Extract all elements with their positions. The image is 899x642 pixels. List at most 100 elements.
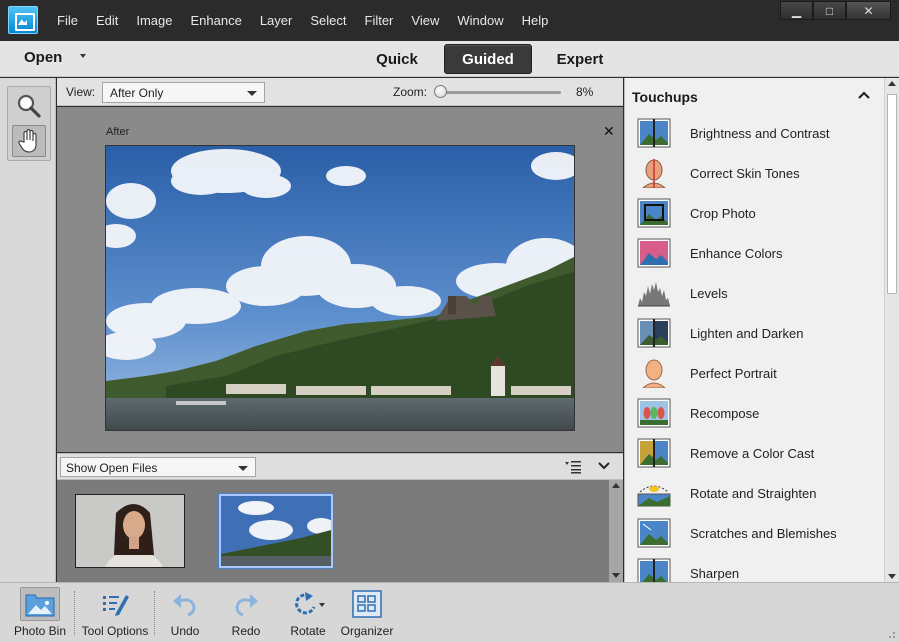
app-logo-icon	[8, 6, 38, 34]
scrollbar-thumb[interactable]	[887, 94, 897, 294]
zoom-slider-thumb[interactable]	[434, 85, 447, 98]
recompose-icon	[637, 398, 671, 428]
tab-quick[interactable]: Quick	[366, 44, 428, 74]
enhance-colors-icon	[637, 238, 671, 268]
organizer-label: Organizer	[340, 624, 394, 638]
menu-help[interactable]: Help	[513, 13, 558, 28]
bin-options-icon[interactable]	[564, 460, 582, 474]
view-select-value: After Only	[110, 86, 164, 100]
chevron-down-icon	[238, 466, 248, 471]
touchup-label: Brightness and Contrast	[690, 126, 830, 141]
sharpen-icon	[637, 558, 671, 582]
magnifier-icon	[17, 94, 41, 118]
organizer-button[interactable]: Organizer	[338, 587, 396, 641]
bottom-taskbar: Photo Bin Tool Options Undo Redo Rotate …	[0, 582, 899, 642]
brightness-contrast-icon	[637, 118, 671, 148]
close-view-button[interactable]: ✕	[603, 123, 615, 140]
chevron-down-icon[interactable]	[597, 460, 611, 472]
divider	[154, 591, 155, 635]
crop-photo-icon	[637, 198, 671, 228]
scroll-up-icon[interactable]	[612, 483, 620, 488]
bin-source-select[interactable]: Show Open Files	[60, 457, 256, 477]
menu-filter[interactable]: Filter	[356, 13, 403, 28]
panel-scrollbar[interactable]	[884, 78, 899, 582]
touchup-item-enhance-colors[interactable]: Enhance Colors	[625, 234, 883, 274]
touchup-item-levels[interactable]: Levels	[625, 274, 883, 314]
hand-tool-button[interactable]	[12, 125, 46, 157]
touchup-item-skin-tones[interactable]: Correct Skin Tones	[625, 154, 883, 194]
view-select[interactable]: After Only	[102, 82, 265, 103]
photo-bin-toolbar: Show Open Files	[57, 453, 623, 480]
scroll-up-icon[interactable]	[888, 81, 896, 86]
photo-thumbnail-selected[interactable]	[219, 494, 333, 568]
maximize-button[interactable]: □	[813, 1, 846, 20]
resize-grip-icon[interactable]	[886, 629, 896, 639]
photo-canvas[interactable]	[105, 145, 575, 431]
tab-guided[interactable]: Guided	[444, 44, 532, 74]
menu-window[interactable]: Window	[448, 13, 512, 28]
touchup-label: Rotate and Straighten	[690, 486, 817, 501]
guided-panel: Touchups Brightness and Contrast Correct…	[624, 78, 899, 582]
close-window-button[interactable]: ✕	[846, 1, 891, 20]
touchup-item-color-cast[interactable]: Remove a Color Cast	[625, 434, 883, 474]
skin-tones-icon	[642, 159, 666, 188]
zoom-tool-button[interactable]	[12, 90, 46, 122]
touchup-label: Enhance Colors	[690, 246, 783, 261]
panel-title: Touchups	[632, 89, 698, 105]
hand-icon	[18, 128, 37, 153]
menu-image[interactable]: Image	[127, 13, 181, 28]
after-label: After	[106, 126, 130, 138]
touchup-item-scratches[interactable]: Scratches and Blemishes	[625, 514, 883, 554]
zoom-slider-track[interactable]	[435, 91, 561, 94]
touchup-label: Recompose	[690, 406, 760, 421]
menu-file[interactable]: File	[48, 13, 87, 28]
open-button[interactable]: Open	[24, 49, 62, 66]
bin-source-value: Show Open Files	[66, 461, 158, 475]
undo-label: Undo	[170, 624, 200, 638]
bin-scrollbar[interactable]	[609, 480, 623, 582]
rotate-straighten-icon	[637, 485, 671, 507]
organizer-icon	[352, 590, 382, 618]
menu-view[interactable]: View	[402, 13, 448, 28]
open-dropdown-caret-icon[interactable]	[80, 54, 86, 58]
mode-bar: Open Quick Guided Expert	[0, 41, 899, 77]
touchup-item-crop-photo[interactable]: Crop Photo	[625, 194, 883, 234]
touchup-item-perfect-portrait[interactable]: Perfect Portrait	[625, 354, 883, 394]
touchup-item-rotate-straighten[interactable]: Rotate and Straighten	[625, 474, 883, 514]
touchup-label: Crop Photo	[690, 206, 756, 221]
redo-button[interactable]: Redo	[225, 587, 267, 641]
minimize-button[interactable]: ▁	[780, 1, 813, 20]
color-cast-icon	[637, 438, 671, 468]
menu-enhance[interactable]: Enhance	[182, 13, 251, 28]
zoom-value: 8%	[576, 85, 594, 99]
undo-button[interactable]: Undo	[164, 587, 206, 641]
touchup-label: Correct Skin Tones	[690, 166, 800, 181]
view-options-bar: View: After Only Zoom: 8%	[57, 78, 623, 106]
landscape-photo	[106, 146, 574, 430]
photo-bin-icon	[25, 594, 55, 617]
scroll-down-icon[interactable]	[612, 573, 620, 578]
touchup-item-sharpen[interactable]: Sharpen	[625, 554, 883, 582]
toolbox	[0, 78, 56, 582]
photo-bin	[57, 480, 623, 582]
tab-expert[interactable]: Expert	[545, 44, 615, 74]
rotate-button[interactable]: Rotate	[285, 587, 331, 641]
divider	[74, 591, 75, 635]
touchup-item-lighten-darken[interactable]: Lighten and Darken	[625, 314, 883, 354]
tool-options-button[interactable]: Tool Options	[78, 587, 152, 641]
touchup-label: Scratches and Blemishes	[690, 526, 837, 541]
rotate-label: Rotate	[290, 624, 326, 638]
touchup-label: Levels	[690, 286, 728, 301]
touchup-item-recompose[interactable]: Recompose	[625, 394, 883, 434]
scroll-down-icon[interactable]	[888, 574, 896, 579]
lighten-darken-icon	[637, 318, 671, 348]
menu-select[interactable]: Select	[301, 13, 355, 28]
touchup-item-brightness-contrast[interactable]: Brightness and Contrast	[625, 114, 883, 154]
photo-thumbnail[interactable]	[75, 494, 185, 568]
menu-layer[interactable]: Layer	[251, 13, 302, 28]
chevron-up-icon[interactable]	[857, 90, 871, 100]
menu-bar: File Edit Image Enhance Layer Select Fil…	[48, 0, 557, 41]
landscape-thumbnail	[221, 496, 331, 566]
photo-bin-button[interactable]: Photo Bin	[9, 587, 71, 641]
menu-edit[interactable]: Edit	[87, 13, 127, 28]
